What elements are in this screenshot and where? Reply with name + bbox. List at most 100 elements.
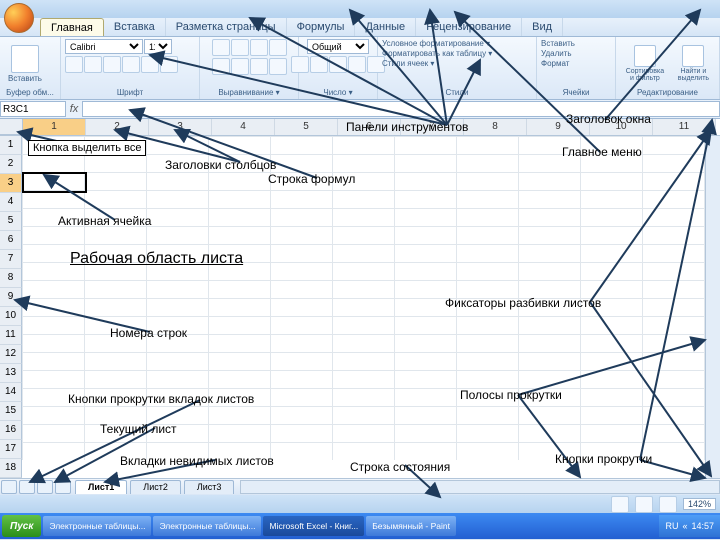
sheet-tab[interactable]: Лист3 (184, 480, 235, 494)
name-box[interactable]: R3C1 (0, 101, 66, 117)
taskbar-item[interactable]: Электронные таблицы... (43, 516, 151, 536)
column-header[interactable]: 10 (590, 119, 653, 135)
group-label: Редактирование (620, 88, 715, 97)
column-header[interactable]: 8 (464, 119, 527, 135)
select-all-button[interactable] (0, 119, 23, 135)
merge-button[interactable] (269, 58, 287, 75)
row-header[interactable]: 11 (0, 326, 22, 345)
cond-format-button[interactable]: Условное форм­атирование ▾ (382, 39, 490, 48)
sheet-tab[interactable]: Лист2 (130, 480, 181, 494)
column-header[interactable]: 3 (149, 119, 212, 135)
row-header[interactable]: 5 (0, 212, 22, 231)
row-header[interactable]: 16 (0, 421, 22, 440)
column-header[interactable]: 6 (338, 119, 401, 135)
dec-inc-button[interactable] (348, 56, 366, 73)
view-break-button[interactable] (659, 496, 677, 513)
row-header[interactable]: 4 (0, 193, 22, 212)
view-normal-button[interactable] (611, 496, 629, 513)
paste-button[interactable]: Вставить (4, 44, 46, 84)
fx-button[interactable]: fx (66, 103, 82, 115)
insert-button[interactable]: Вставить (541, 39, 575, 48)
comma-button[interactable] (329, 56, 347, 73)
delete-button[interactable]: Удалить (541, 49, 572, 58)
taskbar-item[interactable]: Электронные таблицы... (153, 516, 261, 536)
align-button[interactable] (212, 39, 230, 56)
menu-tab-4[interactable]: Данные (355, 18, 416, 36)
column-header[interactable]: 4 (212, 119, 275, 135)
row-header[interactable]: 17 (0, 440, 22, 459)
menu-tab-3[interactable]: Формулы (287, 18, 356, 36)
row-header[interactable]: 8 (0, 269, 22, 288)
font-color-button[interactable] (160, 56, 178, 73)
column-header[interactable]: 11 (653, 119, 716, 135)
row-header[interactable]: 15 (0, 402, 22, 421)
title-bar (0, 0, 720, 18)
menu-tab-6[interactable]: Вид (522, 18, 563, 36)
align-button[interactable] (212, 58, 230, 75)
row-header[interactable]: 12 (0, 345, 22, 364)
sheet-nav-button[interactable] (19, 480, 35, 494)
row-header[interactable]: 7 (0, 250, 22, 269)
column-header[interactable]: 2 (86, 119, 149, 135)
align-button[interactable] (250, 58, 268, 75)
sheet-nav-button[interactable] (55, 480, 71, 494)
row-header[interactable]: 1 (0, 136, 22, 155)
menu-tab-1[interactable]: Вставка (104, 18, 166, 36)
format-button[interactable]: Формат (541, 59, 569, 68)
numfmt-select[interactable]: Общий (307, 39, 369, 54)
column-header-row: 1234567891011 (0, 119, 720, 136)
row-header[interactable]: 18 (0, 459, 22, 478)
row-header[interactable]: 10 (0, 307, 22, 326)
find-icon (682, 45, 704, 67)
cell-grid[interactable] (22, 136, 705, 460)
format-table-button[interactable]: Форматировать как таблицу ▾ (382, 49, 492, 58)
bold-button[interactable] (65, 56, 83, 73)
group-label: Стили (382, 88, 532, 97)
menu-tab-2[interactable]: Разметка страницы (166, 18, 287, 36)
find-select-button[interactable]: Найти и выделить (672, 44, 715, 83)
row-header[interactable]: 14 (0, 383, 22, 402)
sheet-nav-button[interactable] (1, 480, 17, 494)
underline-button[interactable] (103, 56, 121, 73)
column-header[interactable]: 1 (23, 119, 86, 135)
sheet-tab[interactable]: Лист1 (75, 480, 127, 494)
row-header[interactable]: 2 (0, 155, 22, 174)
column-header[interactable]: 9 (527, 119, 590, 135)
menu-tab-5[interactable]: Рецензирование (416, 18, 522, 36)
align-button[interactable] (250, 39, 268, 56)
vertical-scrollbar[interactable] (705, 136, 720, 478)
formula-input[interactable] (82, 101, 720, 117)
border-button[interactable] (122, 56, 140, 73)
align-button[interactable] (231, 39, 249, 56)
menu-tab-0[interactable]: Главная (40, 18, 104, 36)
group-clipboard: Вставить Буфер обм... (0, 37, 61, 99)
ribbon: Вставить Буфер обм... Calibri 11 Шрифт В… (0, 37, 720, 100)
row-header[interactable]: 3 (0, 174, 22, 193)
horizontal-scrollbar[interactable] (240, 480, 720, 494)
worksheet-area: 1234567891011 12345678910111213141516171… (0, 119, 720, 478)
row-header[interactable]: 9 (0, 288, 22, 307)
row-header[interactable]: 6 (0, 231, 22, 250)
wrap-button[interactable] (269, 39, 287, 56)
column-header[interactable]: 5 (275, 119, 338, 135)
size-select[interactable]: 11 (144, 39, 172, 54)
column-header[interactable]: 7 (401, 119, 464, 135)
office-button[interactable] (4, 3, 34, 33)
group-font: Calibri 11 Шрифт (61, 37, 200, 99)
currency-button[interactable] (291, 56, 309, 73)
percent-button[interactable] (310, 56, 328, 73)
taskbar-item[interactable]: Безымянный - Paint (366, 516, 456, 536)
zoom-level[interactable]: 142% (683, 498, 716, 510)
align-button[interactable] (231, 58, 249, 75)
cell-styles-button[interactable]: Стили ячеек ▾ (382, 59, 434, 68)
taskbar-item[interactable]: Microsoft Excel - Книг... (263, 516, 364, 536)
sort-filter-button[interactable]: Сортировка и фильтр (620, 44, 670, 83)
fill-color-button[interactable] (141, 56, 159, 73)
system-tray[interactable]: RU«14:57 (659, 515, 720, 537)
row-header[interactable]: 13 (0, 364, 22, 383)
sheet-nav-button[interactable] (37, 480, 53, 494)
font-select[interactable]: Calibri (65, 39, 143, 54)
italic-button[interactable] (84, 56, 102, 73)
view-layout-button[interactable] (635, 496, 653, 513)
start-button[interactable]: Пуск (2, 515, 41, 537)
